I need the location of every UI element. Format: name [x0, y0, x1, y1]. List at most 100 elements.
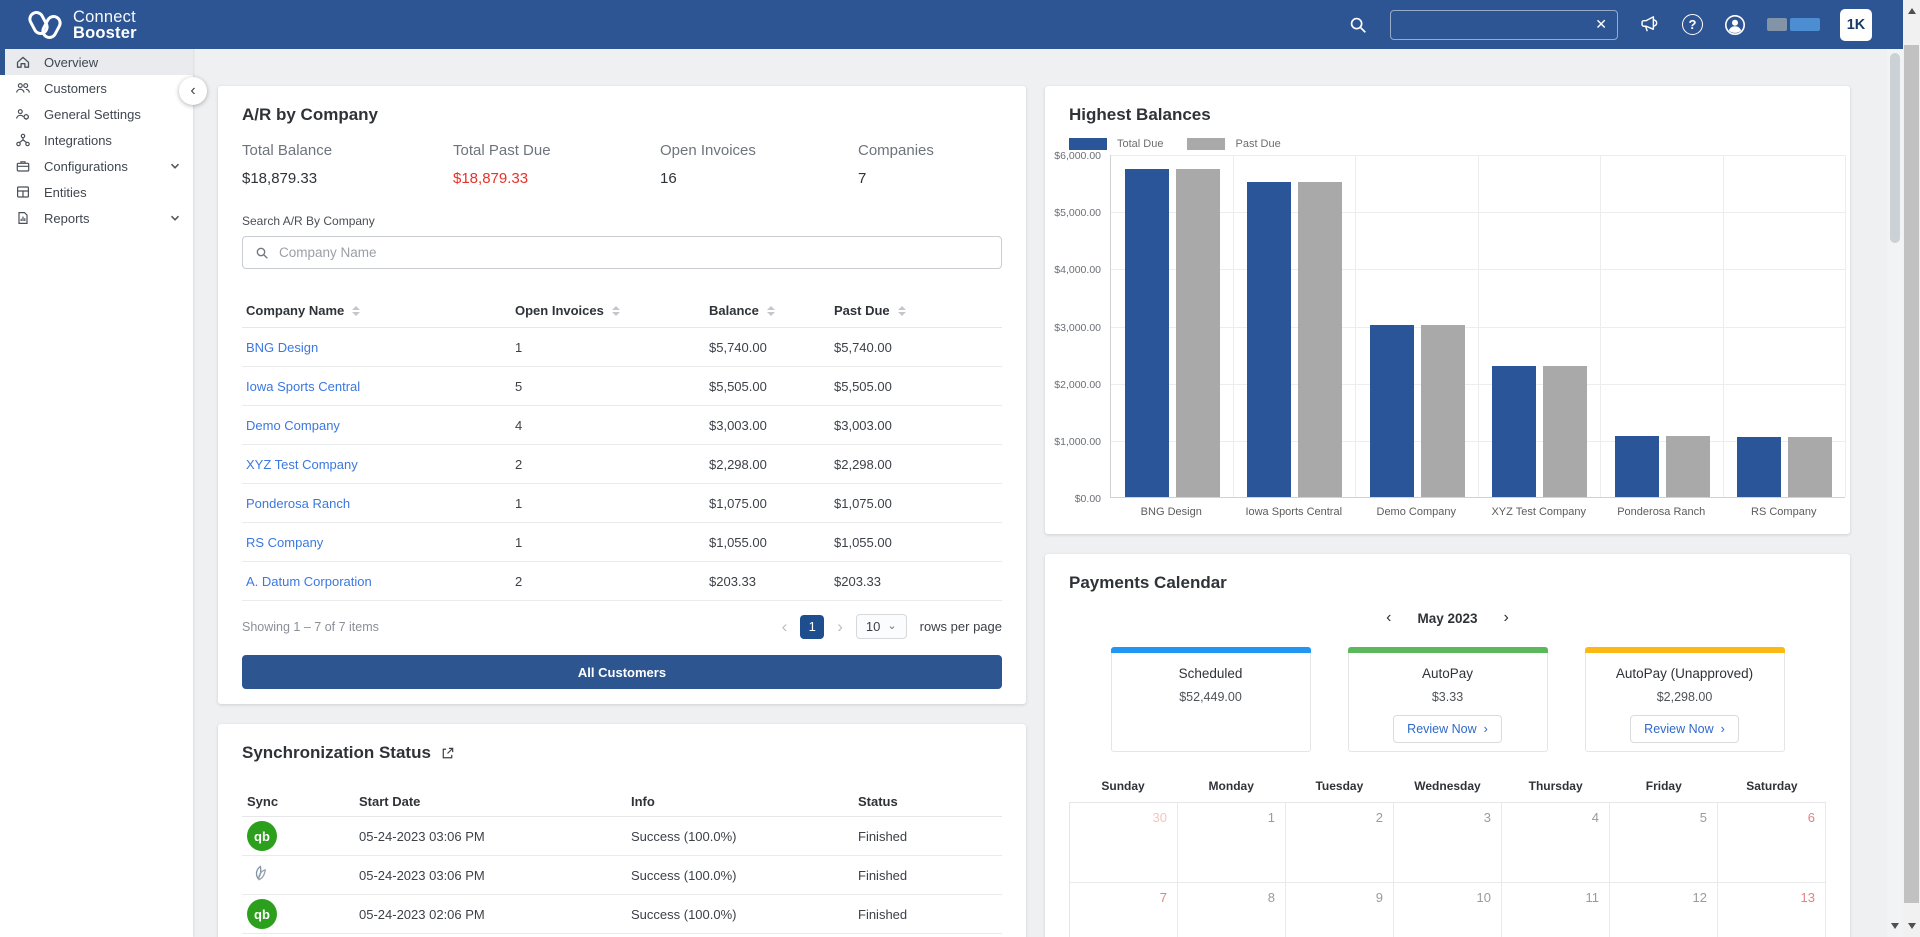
help-icon[interactable]: ? [1682, 14, 1703, 35]
company-search-input[interactable] [279, 245, 990, 260]
past-due-cell: $5,505.00 [834, 378, 892, 394]
sort-header-past-due[interactable]: Past Due [834, 303, 1002, 318]
inner-scroll-down-icon[interactable] [1891, 923, 1899, 929]
calendar-cell[interactable]: 1 [1178, 803, 1286, 883]
all-customers-button[interactable]: All Customers [242, 655, 1002, 689]
stat-label: Total Past Due [453, 142, 551, 159]
company-link[interactable]: BNG Design [246, 340, 515, 355]
calendar-cell[interactable]: 9 [1286, 883, 1394, 937]
day-header-saturday: Saturday [1746, 779, 1798, 793]
customers-icon [15, 80, 31, 96]
calendar-cell[interactable]: 8 [1178, 883, 1286, 937]
sync-status: Finished [858, 906, 908, 922]
y-axis-tick: $5,000.00 [1054, 207, 1101, 220]
external-link-icon[interactable] [440, 746, 455, 761]
table-row: RS Company 1 $1,055.00 $1,055.00 [242, 523, 1002, 562]
sidebar-item-overview[interactable]: Overview [0, 49, 193, 75]
sidebar-item-integrations[interactable]: Integrations [0, 127, 193, 153]
gridline [1355, 155, 1356, 497]
inner-scrollbar-thumb[interactable] [1890, 53, 1900, 243]
sort-header-balance[interactable]: Balance [709, 303, 834, 318]
kaseya-one-icon[interactable]: 1K [1840, 8, 1872, 41]
company-link[interactable]: Iowa Sports Central [246, 379, 515, 394]
sync-info: Success (100.0%) [631, 828, 737, 844]
chevron-down-icon: ⌄ [887, 620, 897, 633]
open-invoices-cell: 1 [515, 495, 523, 511]
company-link[interactable]: A. Datum Corporation [246, 574, 515, 589]
review-now-button[interactable]: Review Now › [1393, 715, 1502, 743]
chevron-right-icon: › [1720, 722, 1725, 736]
sidebar-item-configurations[interactable]: Configurations [0, 153, 193, 179]
calendar-day-headers: Sunday Monday Tuesday Wednesday Thursday Frid… [1069, 779, 1826, 793]
page-number-button[interactable]: 1 [800, 614, 825, 639]
table-row: BNG Design 1 $5,740.00 $5,740.00 [242, 328, 1002, 367]
calendar-cell[interactable]: 6 [1718, 803, 1826, 883]
sidebar-item-customers[interactable]: Customers [0, 75, 193, 101]
summary-card-autopay: AutoPay $3.33 Review Now › [1347, 647, 1548, 752]
y-axis-tick: $3,000.00 [1054, 321, 1101, 334]
rows-per-page-select[interactable]: 10 ⌄ [855, 614, 907, 639]
calendar-cell[interactable]: 11 [1502, 883, 1610, 937]
x-axis-label: RS Company [1751, 506, 1817, 518]
calendar-cell[interactable]: 12 [1610, 883, 1718, 937]
scroll-up-icon[interactable] [1907, 8, 1916, 14]
past-due-cell: $5,740.00 [834, 339, 892, 355]
summary-card-label: Scheduled [1178, 666, 1243, 681]
open-invoices-cell: 5 [515, 378, 523, 394]
sync-status: Finished [858, 828, 908, 844]
sidebar-item-entities[interactable]: Entities [0, 179, 193, 205]
company-link[interactable]: RS Company [246, 535, 515, 550]
inner-scrollbar[interactable] [1887, 49, 1903, 937]
sidebar-item-label: Reports [44, 210, 90, 226]
past-due-cell: $2,298.00 [834, 456, 892, 472]
brand-logo[interactable]: Connect Booster [28, 8, 137, 41]
window-scrollbar-thumb[interactable] [1904, 45, 1919, 903]
review-now-button[interactable]: Review Now › [1630, 715, 1739, 743]
page-prev-icon[interactable]: ‹ [782, 618, 788, 635]
global-search-input[interactable] [1399, 17, 1594, 32]
sidebar-collapse-button[interactable]: ‹ [179, 77, 207, 105]
sidebar-item-general-settings[interactable]: General Settings [0, 101, 193, 127]
stat-label: Open Invoices [660, 142, 756, 159]
next-month-icon[interactable]: › [1504, 610, 1509, 626]
ar-stats: Total Balance $18,879.33 Total Past Due $18… [242, 142, 1002, 187]
sync-column-sync: Sync [247, 794, 279, 809]
bar-past-due-demo-company [1420, 325, 1465, 497]
company-link[interactable]: Demo Company [246, 418, 515, 433]
window-scrollbar[interactable] [1903, 0, 1920, 937]
search-icon[interactable] [1346, 13, 1370, 37]
x-axis-label: Ponderosa Ranch [1617, 506, 1706, 518]
sort-header-open-invoices[interactable]: Open Invoices [515, 303, 709, 318]
sort-header-company-name[interactable]: Company Name [246, 303, 515, 318]
day-header-monday: Monday [1208, 779, 1254, 793]
announcement-icon[interactable] [1638, 13, 1662, 37]
sidebar-item-reports[interactable]: Reports [0, 205, 193, 231]
calendar-cell[interactable]: 3 [1394, 803, 1502, 883]
company-link[interactable]: XYZ Test Company [246, 457, 515, 472]
rows-per-page-label: rows per page [919, 619, 1002, 634]
calendar-cell[interactable]: 2 [1286, 803, 1394, 883]
calendar-cell[interactable]: 4 [1502, 803, 1610, 883]
sort-icon [611, 305, 620, 316]
calendar-cell[interactable]: 13 [1718, 883, 1826, 937]
prev-month-icon[interactable]: ‹ [1386, 610, 1391, 626]
account-icon[interactable] [1723, 13, 1747, 37]
calendar-cell[interactable]: 5 [1610, 803, 1718, 883]
sync-start-date: 05-24-2023 03:06 PM [359, 867, 485, 883]
day-header-tuesday: Tuesday [1315, 779, 1364, 793]
page-next-icon[interactable]: › [837, 618, 843, 635]
calendar-cell[interactable]: 30 [1070, 803, 1178, 883]
calendar-cell[interactable]: 7 [1070, 883, 1178, 937]
global-search-box: ✕ [1390, 9, 1618, 40]
calendar-date: 6 [1807, 810, 1815, 825]
sync-icon-cell: qb [247, 899, 359, 929]
entities-icon [15, 184, 31, 200]
company-link[interactable]: Ponderosa Ranch [246, 496, 515, 511]
quickbooks-icon: qb [247, 821, 277, 851]
legend-label-total-due: Total Due [1117, 138, 1164, 150]
scroll-down-icon[interactable] [1907, 923, 1916, 929]
past-due-cell: $203.33 [834, 573, 881, 589]
clear-search-icon[interactable]: ✕ [1593, 16, 1609, 33]
sidebar-item-label: Integrations [44, 132, 112, 148]
calendar-cell[interactable]: 10 [1394, 883, 1502, 937]
